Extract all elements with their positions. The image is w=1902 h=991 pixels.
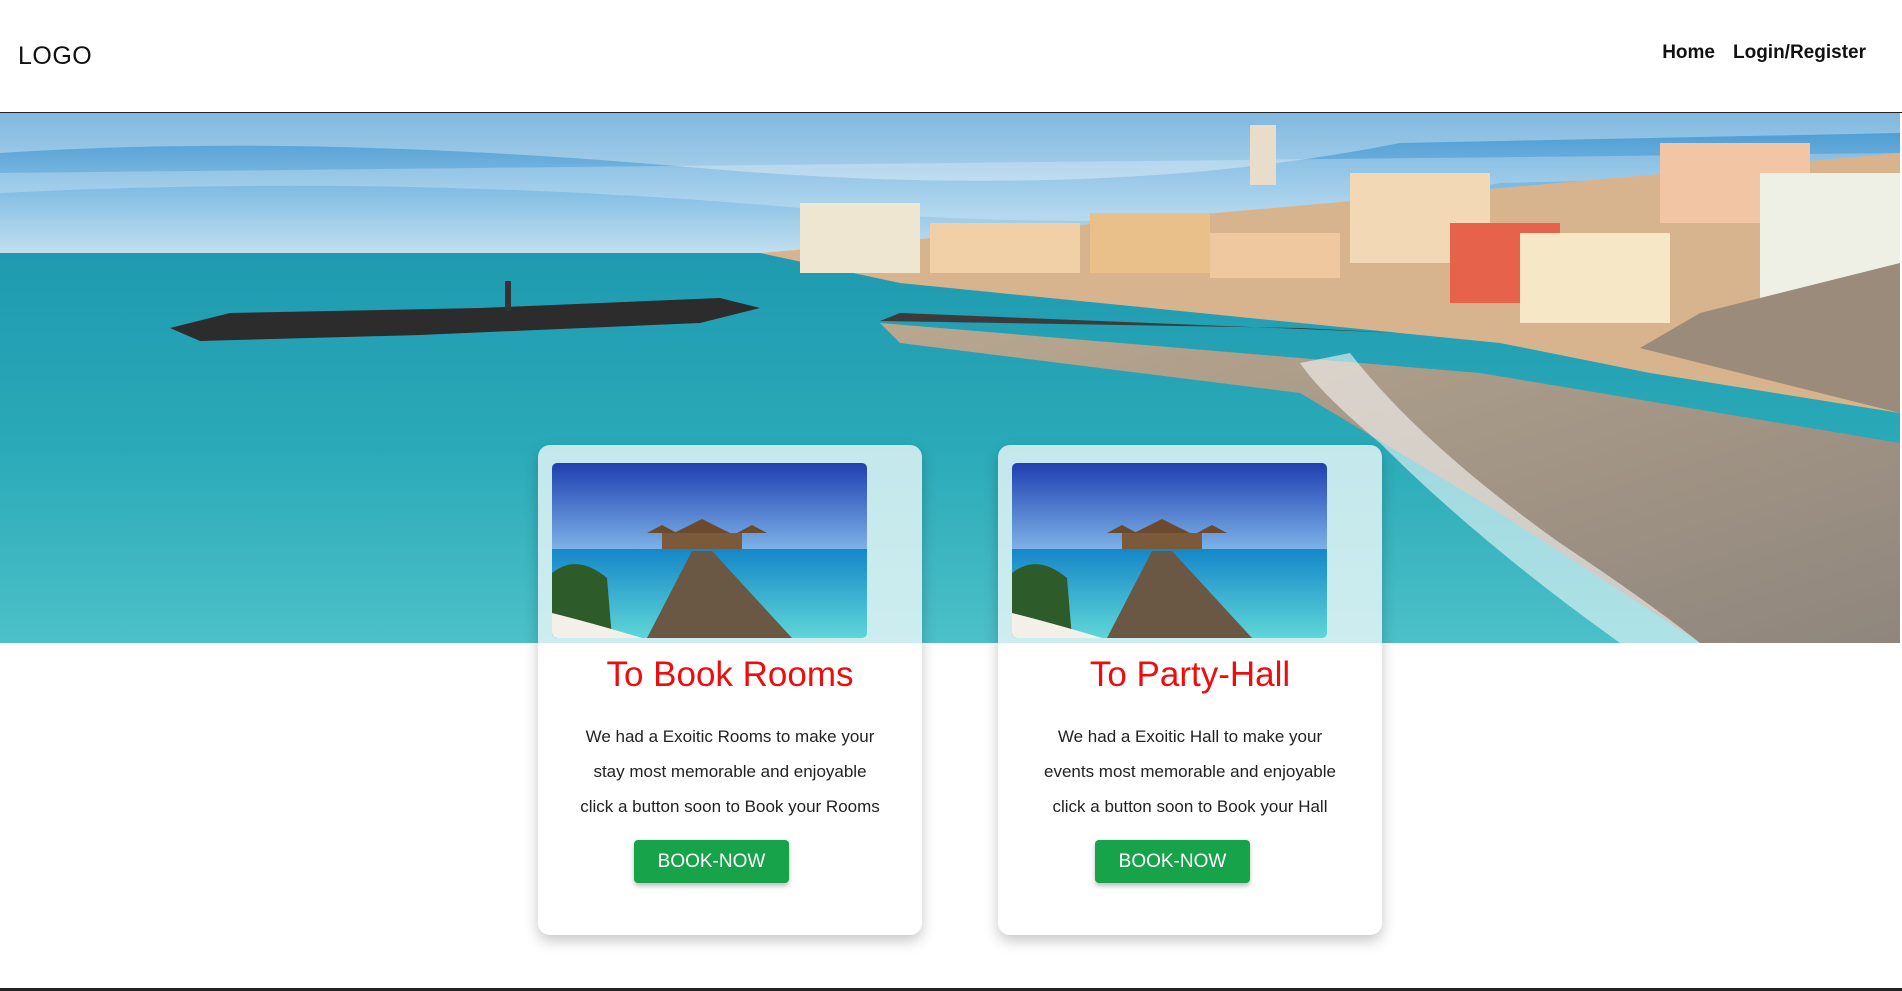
page: LOGO Home Login/Register To Book Rooms W… (0, 0, 1902, 991)
card-title: To Book Rooms (606, 655, 854, 694)
nav-login-register-link[interactable]: Login/Register (1733, 42, 1866, 64)
card-bungalow-image (552, 463, 867, 638)
card-description-line: stay most memorable and enjoyable (593, 762, 867, 781)
book-rooms-button[interactable]: BOOK-NOW (634, 840, 789, 883)
card-description: We had a Exoitic Rooms to make your stay… (558, 719, 902, 824)
book-rooms-card: To Book Rooms We had a Exoitic Rooms to … (538, 445, 922, 935)
party-hall-card: To Party-Hall We had a Exoitic Hall to m… (998, 445, 1382, 935)
card-bungalow-image (1012, 463, 1327, 638)
card-description: We had a Exoitic Hall to make your event… (1018, 719, 1362, 824)
card-description-line: We had a Exoitic Rooms to make your (585, 727, 875, 746)
hero-banner-image (0, 113, 1900, 643)
logo[interactable]: LOGO (18, 42, 92, 71)
nav-home-link[interactable]: Home (1662, 42, 1715, 64)
main-nav: Home Login/Register (1662, 42, 1866, 64)
card-description-line: click a button soon to Book your Rooms (580, 797, 880, 816)
site-header: LOGO Home Login/Register (0, 0, 1902, 113)
card-description-line: click a button soon to Book your Hall (1052, 797, 1328, 816)
book-hall-button[interactable]: BOOK-NOW (1095, 840, 1250, 883)
card-title: To Party-Hall (1089, 655, 1291, 694)
card-description-line: events most memorable and enjoyable (1044, 762, 1336, 781)
card-description-line: We had a Exoitic Hall to make your (1057, 727, 1323, 746)
